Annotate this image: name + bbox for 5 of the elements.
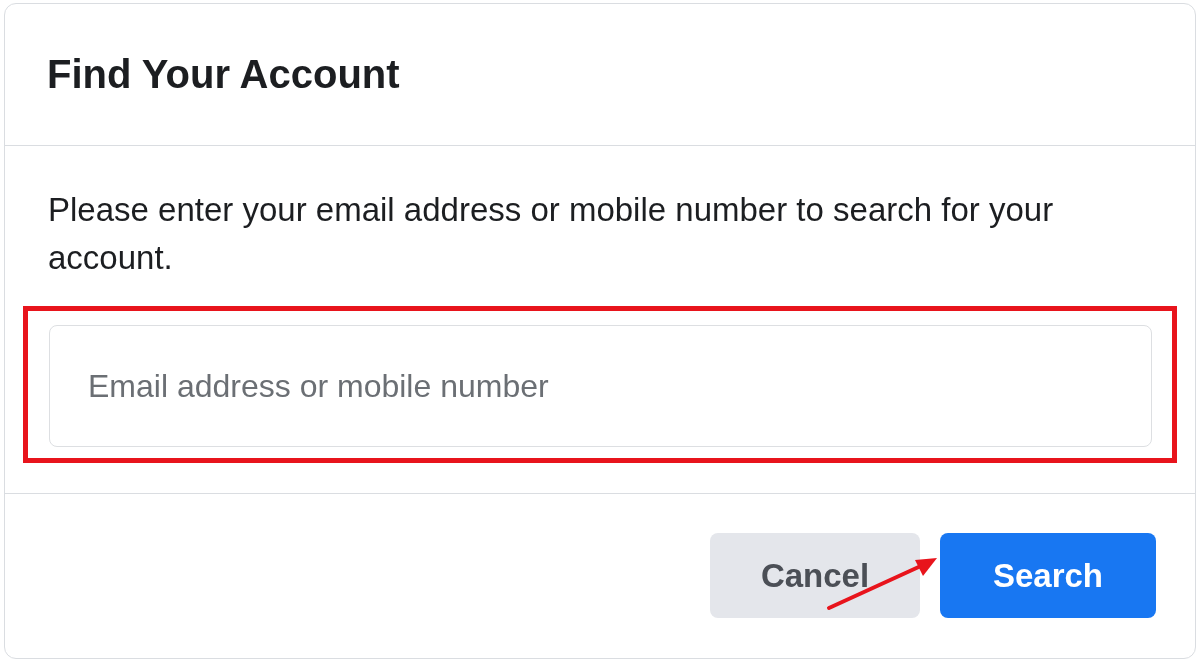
- cancel-button[interactable]: Cancel: [710, 533, 920, 618]
- search-button[interactable]: Search: [940, 533, 1156, 618]
- email-field[interactable]: Email address or mobile number: [49, 325, 1152, 447]
- dialog-title: Find Your Account: [47, 52, 400, 97]
- instruction-text: Please enter your email address or mobile number to search for your account.: [48, 190, 1055, 278]
